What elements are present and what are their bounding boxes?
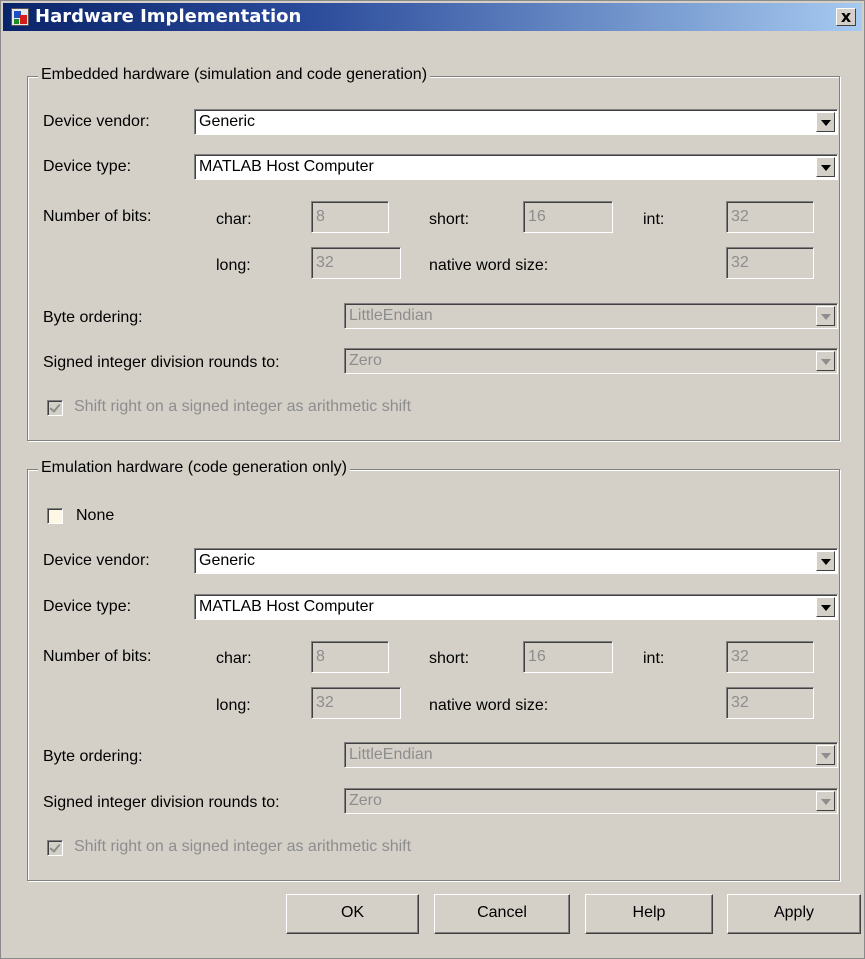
emulation-none-checkbox[interactable] xyxy=(47,508,63,524)
chevron-down-icon[interactable] xyxy=(816,745,835,765)
embedded-char-label: char: xyxy=(216,211,252,228)
embedded-byte-ordering-select[interactable]: LittleEndian xyxy=(344,303,838,329)
emulation-division-rounding-select[interactable]: Zero xyxy=(344,788,838,814)
title-bar[interactable]: Hardware Implementation x xyxy=(3,3,862,31)
embedded-division-rounding-label: Signed integer division rounds to: xyxy=(43,354,280,371)
embedded-char-bits-value: 8 xyxy=(316,208,325,225)
ok-button[interactable]: OK xyxy=(286,894,419,934)
emulation-byte-ordering-select[interactable]: LittleEndian xyxy=(344,742,838,768)
cancel-button[interactable]: Cancel xyxy=(434,894,570,934)
chevron-down-icon[interactable] xyxy=(816,597,835,617)
embedded-short-label: short: xyxy=(429,211,470,228)
chevron-down-icon[interactable] xyxy=(816,157,835,177)
embedded-division-rounding-value: Zero xyxy=(349,352,382,369)
emulation-long-bits-field[interactable]: 32 xyxy=(311,687,401,719)
embedded-device-type-select[interactable]: MATLAB Host Computer xyxy=(194,154,838,180)
chevron-down-icon[interactable] xyxy=(816,112,835,132)
emulation-int-bits-field[interactable]: 32 xyxy=(726,641,814,673)
emulation-int-bits-value: 32 xyxy=(731,648,749,665)
emulation-division-rounding-value: Zero xyxy=(349,792,382,809)
embedded-long-bits-value: 32 xyxy=(316,254,334,271)
embedded-native-word-size-value: 32 xyxy=(731,254,749,271)
emulation-byte-ordering-label: Byte ordering: xyxy=(43,748,143,765)
embedded-long-bits-field[interactable]: 32 xyxy=(311,247,401,279)
emulation-long-bits-value: 32 xyxy=(316,694,334,711)
emulation-char-bits-field[interactable]: 8 xyxy=(311,641,389,673)
embedded-device-type-label: Device type: xyxy=(43,158,132,175)
emulation-char-bits-value: 8 xyxy=(316,648,325,665)
emulation-byte-ordering-value: LittleEndian xyxy=(349,746,433,763)
emulation-long-label: long: xyxy=(216,697,251,714)
embedded-arithmetic-shift-checkbox[interactable] xyxy=(47,400,63,416)
embedded-device-vendor-select[interactable]: Generic xyxy=(194,109,838,135)
chevron-down-icon[interactable] xyxy=(816,791,835,811)
embedded-native-word-size-field[interactable]: 32 xyxy=(726,247,814,279)
embedded-device-vendor-value: Generic xyxy=(199,113,256,130)
embedded-byte-ordering-label: Byte ordering: xyxy=(43,309,143,326)
embedded-int-bits-field[interactable]: 32 xyxy=(726,201,814,233)
emulation-device-vendor-label: Device vendor: xyxy=(43,552,150,569)
embedded-device-vendor-label: Device vendor: xyxy=(43,113,150,130)
apply-button[interactable]: Apply xyxy=(727,894,861,934)
emulation-char-label: char: xyxy=(216,650,252,667)
chevron-down-icon[interactable] xyxy=(816,551,835,571)
emulation-int-label: int: xyxy=(643,650,665,667)
embedded-long-label: long: xyxy=(216,257,251,274)
emulation-native-word-size-field[interactable]: 32 xyxy=(726,687,814,719)
embedded-int-label: int: xyxy=(643,211,665,228)
embedded-device-type-value: MATLAB Host Computer xyxy=(199,158,374,175)
embedded-int-bits-value: 32 xyxy=(731,208,749,225)
emulation-device-type-select[interactable]: MATLAB Host Computer xyxy=(194,594,838,620)
help-button[interactable]: Help xyxy=(585,894,713,934)
embedded-number-of-bits-label: Number of bits: xyxy=(43,208,152,225)
emulation-short-label: short: xyxy=(429,650,470,667)
emulation-division-rounding-label: Signed integer division rounds to: xyxy=(43,794,280,811)
embedded-short-bits-field[interactable]: 16 xyxy=(523,201,613,233)
window-title: Hardware Implementation xyxy=(35,6,302,27)
emulation-short-bits-value: 16 xyxy=(528,648,546,665)
embedded-native-word-size-label: native word size: xyxy=(429,257,549,274)
emulation-none-label: None xyxy=(76,507,115,524)
emulation-device-vendor-value: Generic xyxy=(199,552,256,569)
chevron-down-icon[interactable] xyxy=(816,351,835,371)
emulation-arithmetic-shift-checkbox[interactable] xyxy=(47,840,63,856)
emulation-native-word-size-value: 32 xyxy=(731,694,749,711)
embedded-short-bits-value: 16 xyxy=(528,208,546,225)
emulation-device-type-label: Device type: xyxy=(43,598,132,615)
emulation-short-bits-field[interactable]: 16 xyxy=(523,641,613,673)
emulation-arithmetic-shift-label: Shift right on a signed integer as arith… xyxy=(74,838,412,855)
simulink-app-icon xyxy=(11,8,29,26)
emulation-device-type-value: MATLAB Host Computer xyxy=(199,598,374,615)
embedded-hardware-legend: Embedded hardware (simulation and code g… xyxy=(38,66,431,84)
embedded-arithmetic-shift-label: Shift right on a signed integer as arith… xyxy=(74,398,412,415)
emulation-native-word-size-label: native word size: xyxy=(429,697,549,714)
hardware-implementation-dialog: Hardware Implementation x Embedded hardw… xyxy=(0,0,865,959)
embedded-division-rounding-select[interactable]: Zero xyxy=(344,348,838,374)
embedded-char-bits-field[interactable]: 8 xyxy=(311,201,389,233)
chevron-down-icon[interactable] xyxy=(816,306,835,326)
emulation-hardware-group: Emulation hardware (code generation only… xyxy=(27,459,840,881)
emulation-number-of-bits-label: Number of bits: xyxy=(43,648,152,665)
embedded-byte-ordering-value: LittleEndian xyxy=(349,307,433,324)
emulation-hardware-legend: Emulation hardware (code generation only… xyxy=(38,459,350,477)
close-button[interactable]: x xyxy=(836,8,856,26)
emulation-device-vendor-select[interactable]: Generic xyxy=(194,548,838,574)
